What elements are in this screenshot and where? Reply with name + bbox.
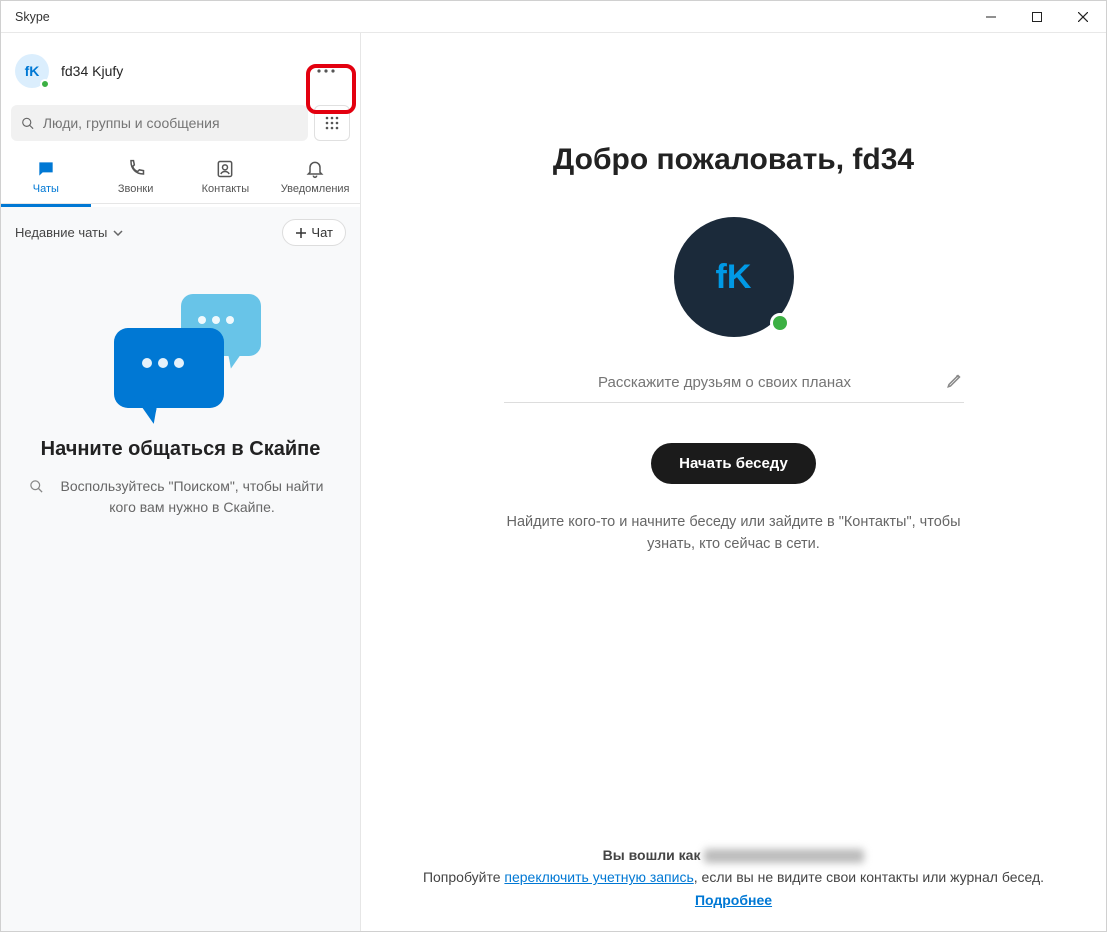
search-icon [21, 116, 35, 131]
tabs: Чаты Звонки Контакты Уведомления [1, 151, 360, 204]
start-conversation-button[interactable]: Начать беседу [651, 443, 816, 484]
dialpad-icon [325, 116, 339, 130]
more-menu-button[interactable] [306, 51, 346, 91]
welcome-heading: Добро пожаловать, fd34 [553, 143, 914, 177]
tab-chats[interactable]: Чаты [1, 151, 91, 203]
presence-indicator [40, 79, 50, 89]
presence-indicator-large [770, 313, 790, 333]
chat-bubbles-illustration [106, 288, 256, 418]
status-input[interactable] [504, 374, 946, 391]
empty-desc-text: Воспользуйтесь "Поиском", чтобы найти ко… [52, 476, 332, 518]
minimize-button[interactable] [968, 1, 1014, 33]
learn-more-link[interactable]: Подробнее [695, 892, 772, 908]
filter-row: Недавние чаты Чат [1, 207, 360, 258]
bell-icon [305, 159, 325, 179]
hint-text: Найдите кого-то и начните беседу или зай… [504, 512, 964, 556]
tab-label: Чаты [33, 183, 59, 195]
contacts-icon [215, 159, 235, 179]
search-icon [29, 479, 44, 494]
tab-label: Уведомления [281, 183, 350, 195]
edit-status-button[interactable] [946, 371, 964, 394]
tab-calls[interactable]: Звонки [91, 151, 181, 203]
new-chat-button[interactable]: Чат [282, 219, 346, 246]
empty-desc: Воспользуйтесь "Поиском", чтобы найти ко… [29, 476, 332, 518]
more-icon [317, 69, 335, 73]
maximize-button[interactable] [1014, 1, 1060, 33]
filter-label-text: Недавние чаты [15, 225, 107, 240]
footer-try-prefix: Попробуйте [423, 869, 504, 885]
plus-icon [295, 227, 307, 239]
search-input[interactable] [43, 115, 298, 131]
signed-in-account-redacted [704, 849, 864, 863]
avatar[interactable]: fK [15, 54, 49, 88]
username[interactable]: fd34 Kjufy [61, 63, 123, 79]
avatar-initials: fK [25, 63, 40, 79]
avatar-large[interactable]: fK [674, 217, 794, 337]
phone-icon [126, 159, 146, 179]
empty-state: Начните общаться в Скайпе Воспользуйтесь… [1, 258, 360, 931]
dialpad-button[interactable] [314, 105, 350, 141]
titlebar: Skype [1, 1, 1106, 33]
signed-in-label: Вы вошли как [603, 847, 701, 863]
main-content: Добро пожаловать, fd34 fK Начать беседу … [361, 33, 1106, 931]
search-box[interactable] [11, 105, 308, 141]
profile-row: fK fd34 Kjufy [1, 33, 360, 105]
recent-chats-dropdown[interactable]: Недавние чаты [15, 225, 123, 240]
chat-icon [36, 159, 56, 179]
new-chat-label: Чат [311, 225, 333, 240]
pencil-icon [946, 371, 964, 389]
tab-contacts[interactable]: Контакты [181, 151, 271, 203]
close-button[interactable] [1060, 1, 1106, 33]
avatar-large-initials: fK [716, 258, 752, 297]
tab-notifications[interactable]: Уведомления [270, 151, 360, 203]
tab-label: Звонки [118, 183, 154, 195]
tab-label: Контакты [202, 183, 250, 195]
chevron-down-icon [113, 230, 123, 236]
footer: Вы вошли как Попробуйте переключить учет… [361, 844, 1106, 911]
sidebar: fK fd34 Kjufy [1, 33, 361, 931]
empty-title: Начните общаться в Скайпе [41, 436, 321, 462]
switch-account-link[interactable]: переключить учетную запись [504, 869, 693, 885]
window-title: Skype [15, 10, 50, 24]
window-controls [968, 1, 1106, 33]
status-row [504, 371, 964, 403]
search-row [1, 105, 360, 151]
footer-try-suffix: , если вы не видите свои контакты или жу… [694, 869, 1044, 885]
